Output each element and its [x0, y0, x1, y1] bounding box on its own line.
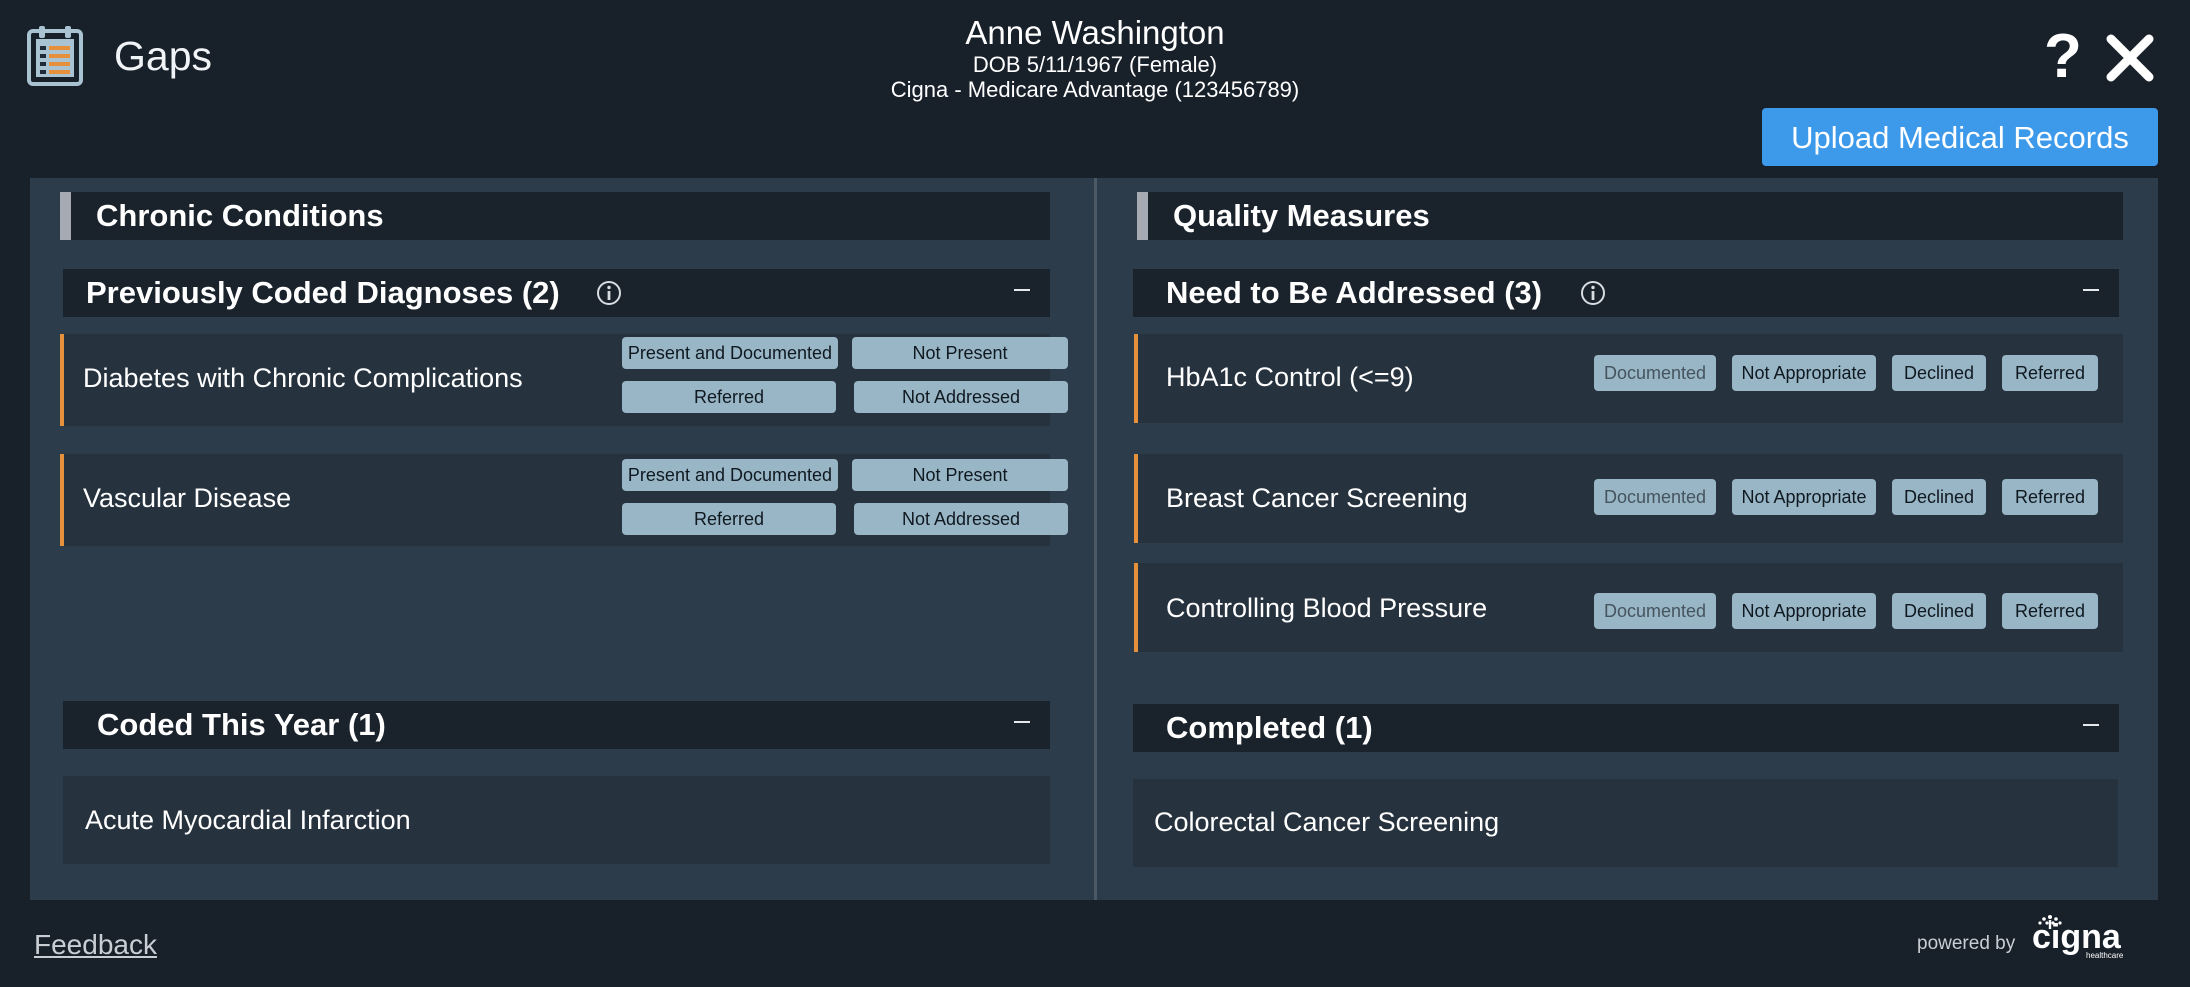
referred-button[interactable]: Referred: [2002, 593, 2098, 629]
completed-header[interactable]: Completed (1): [1133, 704, 2119, 752]
present-documented-button[interactable]: Present and Documented: [622, 459, 838, 491]
help-icon[interactable]: ?: [2044, 26, 2082, 88]
documented-button[interactable]: Documented: [1594, 355, 1716, 391]
measure-label: Breast Cancer Screening: [1166, 483, 1468, 513]
documented-button[interactable]: Documented: [1594, 593, 1716, 629]
completed-title: Completed (1): [1166, 710, 1373, 745]
not-addressed-button[interactable]: Not Addressed: [854, 503, 1068, 535]
present-documented-button[interactable]: Present and Documented: [622, 337, 838, 369]
list-item: Colorectal Cancer Screening: [1133, 779, 2118, 867]
not-appropriate-button[interactable]: Not Appropriate: [1732, 593, 1876, 629]
coded-this-year-title: Coded This Year (1): [97, 707, 386, 742]
declined-button[interactable]: Declined: [1892, 479, 1986, 515]
quality-measures-title: Quality Measures: [1173, 198, 1430, 233]
info-icon[interactable]: [596, 280, 622, 306]
patient-name: Anne Washington: [965, 14, 1225, 51]
condition-label: Vascular Disease: [83, 483, 292, 513]
measure-label: Controlling Blood Pressure: [1166, 593, 1488, 623]
referred-button[interactable]: Referred: [622, 503, 836, 535]
chronic-conditions-header: Chronic Conditions: [60, 192, 1050, 240]
previously-coded-header[interactable]: Previously Coded Diagnoses (2): [63, 269, 1050, 317]
svg-text:healthcare: healthcare: [2086, 951, 2124, 960]
patient-plan: Cigna - Medicare Advantage (123456789): [890, 77, 1300, 102]
declined-button[interactable]: Declined: [1892, 593, 1986, 629]
measure-label: HbA1c Control (<=9): [1166, 362, 1414, 392]
list-item: Controlling Blood Pressure Documented No…: [1134, 563, 2123, 652]
condition-label: Acute Myocardial Infarction: [85, 805, 411, 835]
not-addressed-button[interactable]: Not Addressed: [854, 381, 1068, 413]
referred-button[interactable]: Referred: [622, 381, 836, 413]
collapse-icon[interactable]: [1014, 721, 1030, 723]
need-addressed-title: Need to Be Addressed (3): [1166, 275, 1543, 310]
list-item: HbA1c Control (<=9) Documented Not Appro…: [1134, 334, 2123, 423]
condition-label: Diabetes with Chronic Complications: [83, 363, 523, 393]
feedback-link[interactable]: Feedback: [34, 929, 157, 961]
collapse-icon[interactable]: [1014, 289, 1030, 291]
quality-measures-header: Quality Measures: [1137, 192, 2123, 240]
patient-banner: Anne Washington DOB 5/11/1967 (Female) C…: [0, 14, 2190, 102]
collapse-icon[interactable]: [2083, 724, 2099, 726]
gaps-panel: Chronic Conditions Previously Coded Diag…: [30, 178, 2158, 900]
documented-button[interactable]: Documented: [1594, 479, 1716, 515]
not-present-button[interactable]: Not Present: [852, 337, 1068, 369]
cigna-logo: cigna healthcare: [2032, 915, 2124, 960]
not-appropriate-button[interactable]: Not Appropriate: [1732, 355, 1876, 391]
declined-button[interactable]: Declined: [1892, 355, 1986, 391]
close-icon[interactable]: [2106, 34, 2154, 82]
list-item: Vascular Disease Present and Documented …: [60, 454, 1068, 546]
info-icon[interactable]: [1580, 280, 1606, 306]
previously-coded-title: Previously Coded Diagnoses (2): [86, 275, 560, 310]
measure-label: Colorectal Cancer Screening: [1154, 807, 1500, 837]
upload-medical-records-button[interactable]: Upload Medical Records: [1762, 108, 2158, 166]
need-addressed-header[interactable]: Need to Be Addressed (3): [1133, 269, 2119, 317]
list-item: Diabetes with Chronic Complications Pres…: [60, 334, 1068, 426]
list-item: Acute Myocardial Infarction: [63, 776, 1050, 864]
referred-button[interactable]: Referred: [2002, 479, 2098, 515]
coded-this-year-header[interactable]: Coded This Year (1): [63, 701, 1050, 749]
patient-dob: DOB 5/11/1967 (Female): [972, 52, 1218, 77]
list-item: Breast Cancer Screening Documented Not A…: [1134, 454, 2123, 543]
powered-by-label: powered by: [1917, 933, 2016, 954]
column-divider: [1094, 178, 1097, 900]
chronic-conditions-title: Chronic Conditions: [96, 198, 384, 233]
not-appropriate-button[interactable]: Not Appropriate: [1732, 479, 1876, 515]
referred-button[interactable]: Referred: [2002, 355, 2098, 391]
collapse-icon[interactable]: [2083, 289, 2099, 291]
not-present-button[interactable]: Not Present: [852, 459, 1068, 491]
